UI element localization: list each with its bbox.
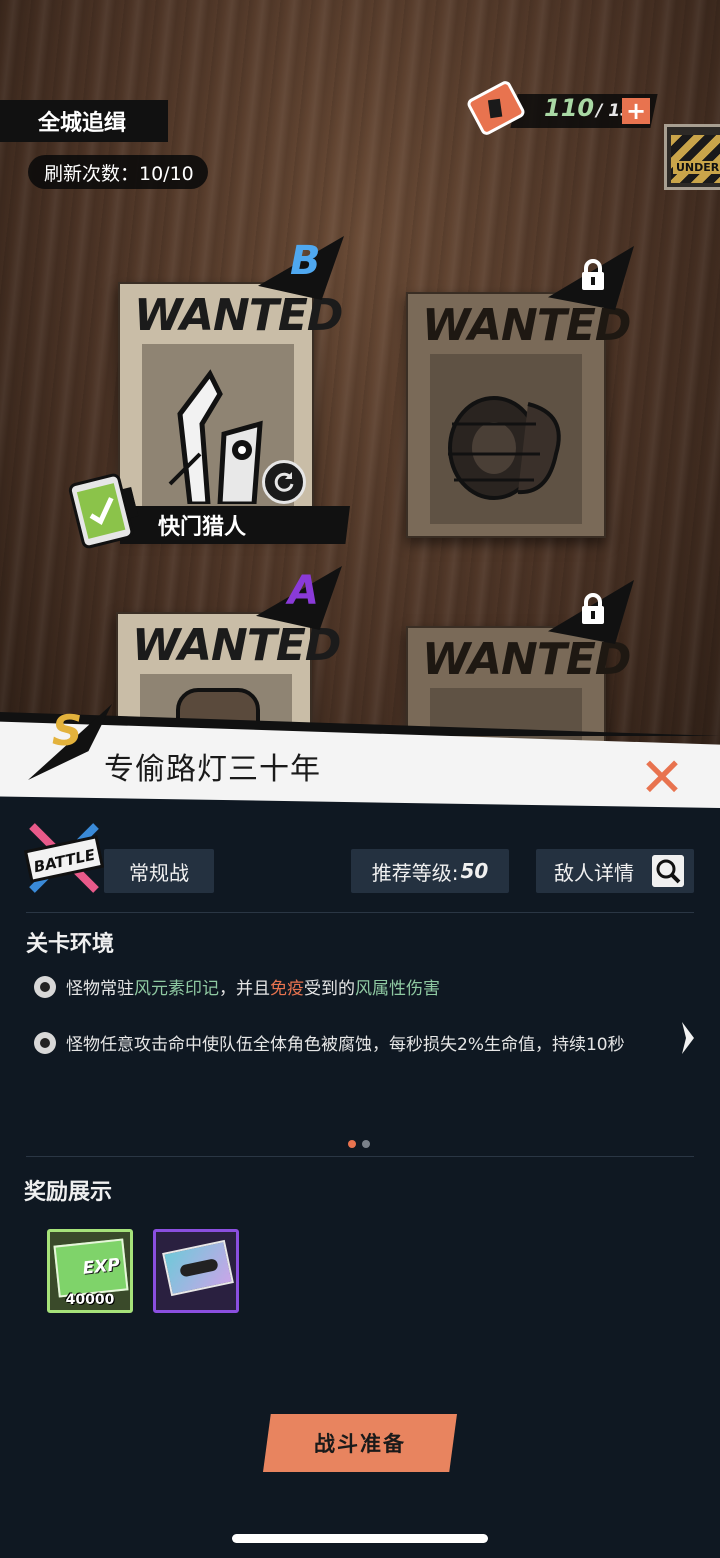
reward-exp-item[interactable]: EXP 40000 <box>47 1229 133 1313</box>
env-section-title: 关卡环境 <box>26 932 115 957</box>
enemy-detail-button[interactable]: 敌人详情 <box>536 849 694 893</box>
side-poster-label: UNDER <box>673 161 720 174</box>
rank-letter-a: A <box>288 568 319 614</box>
reward-quantity: 40000 <box>65 1292 115 1308</box>
battle-prepare-button[interactable]: 战斗准备 <box>263 1414 457 1472</box>
rewards-section-title: 奖励展示 <box>24 1180 113 1205</box>
stamina-current: 110 <box>544 94 595 122</box>
divider <box>26 1156 694 1157</box>
refresh-icon <box>274 472 294 492</box>
enemy-detail-label: 敌人详情 <box>554 860 634 885</box>
page-indicator <box>348 1140 370 1148</box>
recommended-level-value: 50 <box>460 859 489 883</box>
add-stamina-button[interactable]: + <box>622 98 650 124</box>
cassette-tape-icon <box>162 1239 234 1297</box>
rank-letter-b: B <box>290 238 321 284</box>
home-indicator[interactable] <box>232 1534 488 1543</box>
corrosion-icon <box>34 1031 56 1054</box>
refresh-count: 刷新次数：10/10 <box>28 155 208 189</box>
region-title: 全城追缉 <box>0 100 168 142</box>
reward-tape-item[interactable] <box>153 1229 239 1313</box>
lock-icon <box>582 259 604 290</box>
exp-ticket-icon: EXP <box>53 1238 129 1298</box>
page-dot <box>362 1140 370 1148</box>
tire-monster-art <box>448 396 561 500</box>
battle-mode-chip: 常规战 <box>104 849 214 893</box>
hazard-stripes <box>671 135 720 183</box>
exp-label: EXP <box>81 1255 121 1279</box>
target-name-plate: 快门猎人 <box>120 506 350 544</box>
wanted-title: WANTED <box>422 634 631 685</box>
stamina-ticket-icon <box>465 79 527 137</box>
recommended-level-label: 推荐等级: <box>371 860 459 885</box>
search-icon <box>652 855 684 887</box>
env-line-1: 怪物常驻 风元素印记 ，并且 免疫 受到的 风属性伤害 <box>34 974 440 999</box>
refresh-target-button[interactable] <box>262 460 306 504</box>
wind-element-icon <box>34 975 56 998</box>
recommended-level-chip: 推荐等级: 50 <box>351 849 509 893</box>
lock-icon <box>582 593 604 624</box>
wanted-card-locked-1[interactable]: WANTED <box>406 292 631 538</box>
battle-logo-icon: BATTLE <box>23 823 105 893</box>
stage-name: 专偷路灯三十年 <box>104 752 321 787</box>
divider <box>26 912 694 913</box>
env-line-2: 怪物任意攻击命中使队伍全体角色被腐蚀，每秒损失2%生命值，持续10秒 <box>34 1030 625 1055</box>
wanted-title: WANTED <box>422 300 631 351</box>
chevron-right-icon[interactable] <box>678 1020 698 1056</box>
stage-rank-letter: S <box>52 706 83 755</box>
close-button[interactable]: ✕ <box>636 751 688 805</box>
page-dot-active <box>348 1140 356 1148</box>
side-poster[interactable]: UNDER <box>664 124 720 190</box>
stamina-display: 110 / 150 + <box>465 79 658 137</box>
